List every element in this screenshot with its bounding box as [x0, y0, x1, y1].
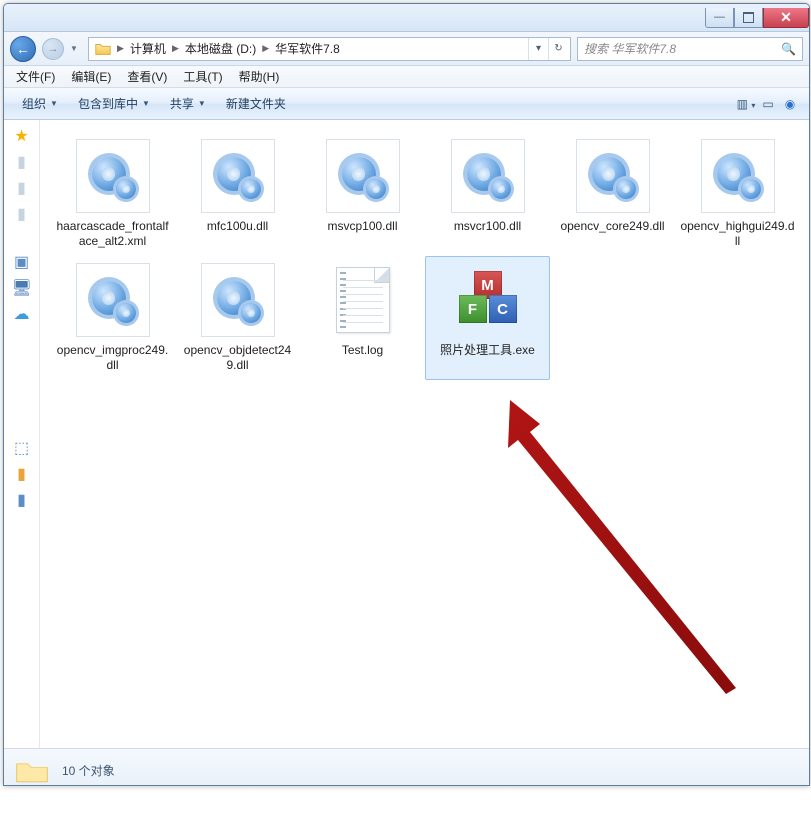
file-name-label: 照片处理工具.exe	[440, 343, 535, 358]
file-item[interactable]: Test.log	[300, 256, 425, 380]
breadcrumb-separator[interactable]: ▶	[260, 43, 271, 54]
cloud-icon[interactable]: ☁	[12, 304, 32, 322]
forward-button[interactable]: →	[42, 38, 64, 60]
preview-pane-button[interactable]: ▭	[757, 97, 779, 111]
file-name-label: opencv_objdetect249.dll	[180, 343, 295, 373]
explorer-window: — ✕ ← → ▼ ▶ 计算机 ▶ 本地磁盘 (D:) ▶ 华军软件7.8 ▾ …	[3, 3, 810, 786]
titlebar[interactable]: — ✕	[4, 4, 809, 32]
gear-icon	[215, 153, 261, 199]
gear-icon	[590, 153, 636, 199]
computer-icon[interactable]: 🖥	[12, 278, 32, 296]
search-box[interactable]: 搜索 华军软件7.8 🔍	[577, 37, 803, 61]
file-item[interactable]: MFC 照片处理工具.exe	[425, 256, 550, 380]
file-item[interactable]: msvcp100.dll	[300, 132, 425, 256]
file-thumbnail	[326, 263, 400, 337]
file-name-label: mfc100u.dll	[207, 219, 268, 234]
navigation-pane[interactable]: ★ ▮ ▮ ▮ ▣ 🖥 ☁ ⬚ ▮ ▮	[4, 120, 40, 748]
file-name-label: haarcascade_frontalface_alt2.xml	[55, 219, 170, 249]
search-icon[interactable]: 🔍	[781, 42, 796, 56]
gear-icon	[90, 277, 136, 323]
address-bar[interactable]: ▶ 计算机 ▶ 本地磁盘 (D:) ▶ 华军软件7.8 ▾ ↻	[88, 37, 571, 61]
files-grid: haarcascade_frontalface_alt2.xml mfc100u.…	[50, 132, 809, 380]
refresh-button[interactable]: ↻	[548, 38, 568, 60]
annotation-arrow	[480, 390, 760, 710]
file-name-label: msvcp100.dll	[327, 219, 397, 234]
gear-icon	[465, 153, 511, 199]
view-options-button[interactable]: ▥ ▾	[735, 97, 757, 111]
file-item[interactable]: opencv_highgui249.dll	[675, 132, 800, 256]
sidebar-item-icon[interactable]: ▮	[12, 178, 32, 196]
folder-icon	[94, 40, 112, 58]
command-bar: 组织▼ 包含到库中▼ 共享▼ 新建文件夹 ▥ ▾ ▭ ◉	[4, 88, 809, 120]
breadcrumb-drive[interactable]: 本地磁盘 (D:)	[181, 40, 260, 57]
file-name-label: opencv_imgproc249.dll	[55, 343, 170, 373]
search-placeholder: 搜索 华军软件7.8	[584, 40, 676, 57]
status-item-count: 10 个对象	[62, 762, 115, 779]
file-item[interactable]: msvcr100.dll	[425, 132, 550, 256]
breadcrumb-separator[interactable]: ▶	[115, 43, 126, 54]
file-thumbnail	[76, 263, 150, 337]
network-icon[interactable]: ⬚	[12, 438, 32, 456]
file-name-label: opencv_highgui249.dll	[680, 219, 795, 249]
file-name-label: Test.log	[342, 343, 383, 358]
menu-view[interactable]: 查看(V)	[119, 68, 175, 85]
window-controls: — ✕	[705, 8, 809, 28]
menu-help[interactable]: 帮助(H)	[231, 68, 288, 85]
libraries-icon[interactable]: ▣	[12, 252, 32, 270]
sidebar-item-icon[interactable]: ▮	[12, 464, 32, 482]
nav-history-dropdown[interactable]: ▼	[70, 44, 82, 53]
file-thumbnail: MFC	[451, 263, 525, 337]
breadcrumb-computer[interactable]: 计算机	[126, 40, 170, 57]
close-button[interactable]: ✕	[763, 8, 809, 28]
file-item[interactable]: mfc100u.dll	[175, 132, 300, 256]
favorites-icon[interactable]: ★	[12, 126, 32, 144]
sidebar-item-icon[interactable]: ▮	[12, 152, 32, 170]
gear-icon	[340, 153, 386, 199]
body-area: ★ ▮ ▮ ▮ ▣ 🖥 ☁ ⬚ ▮ ▮ haarcascade_frontalf…	[4, 120, 809, 748]
address-dropdown[interactable]: ▾	[528, 38, 548, 60]
breadcrumb-separator[interactable]: ▶	[170, 43, 181, 54]
share-button[interactable]: 共享▼	[160, 95, 216, 112]
file-item[interactable]: opencv_core249.dll	[550, 132, 675, 256]
textfile-icon	[336, 267, 390, 333]
file-item[interactable]: haarcascade_frontalface_alt2.xml	[50, 132, 175, 256]
sidebar-item-icon[interactable]: ▮	[12, 490, 32, 508]
file-thumbnail	[201, 139, 275, 213]
file-name-label: msvcr100.dll	[454, 219, 521, 234]
menu-tools[interactable]: 工具(T)	[175, 68, 230, 85]
menu-bar: 文件(F) 编辑(E) 查看(V) 工具(T) 帮助(H)	[4, 66, 809, 88]
gear-icon	[90, 153, 136, 199]
folder-icon	[14, 756, 50, 786]
maximize-button[interactable]	[734, 8, 763, 28]
file-thumbnail	[451, 139, 525, 213]
include-in-library-button[interactable]: 包含到库中▼	[68, 95, 160, 112]
menu-edit[interactable]: 编辑(E)	[63, 68, 119, 85]
menu-file[interactable]: 文件(F)	[8, 68, 63, 85]
file-thumbnail	[576, 139, 650, 213]
file-thumbnail	[326, 139, 400, 213]
mfc-app-icon: MFC	[457, 271, 519, 329]
file-thumbnail	[201, 263, 275, 337]
file-item[interactable]: opencv_imgproc249.dll	[50, 256, 175, 380]
file-thumbnail	[76, 139, 150, 213]
gear-icon	[715, 153, 761, 199]
file-item[interactable]: opencv_objdetect249.dll	[175, 256, 300, 380]
help-button[interactable]: ◉	[779, 97, 801, 111]
status-bar: 10 个对象	[4, 748, 809, 786]
file-thumbnail	[701, 139, 775, 213]
file-list-pane[interactable]: haarcascade_frontalface_alt2.xml mfc100u.…	[40, 120, 809, 748]
sidebar-item-icon[interactable]: ▮	[12, 204, 32, 222]
organize-button[interactable]: 组织▼	[12, 95, 68, 112]
new-folder-button[interactable]: 新建文件夹	[216, 95, 296, 112]
breadcrumb-folder[interactable]: 华军软件7.8	[271, 40, 344, 57]
file-name-label: opencv_core249.dll	[560, 219, 664, 234]
gear-icon	[215, 277, 261, 323]
back-button[interactable]: ←	[10, 36, 36, 62]
minimize-button[interactable]: —	[705, 8, 734, 28]
navigation-row: ← → ▼ ▶ 计算机 ▶ 本地磁盘 (D:) ▶ 华军软件7.8 ▾ ↻ 搜索…	[4, 32, 809, 66]
